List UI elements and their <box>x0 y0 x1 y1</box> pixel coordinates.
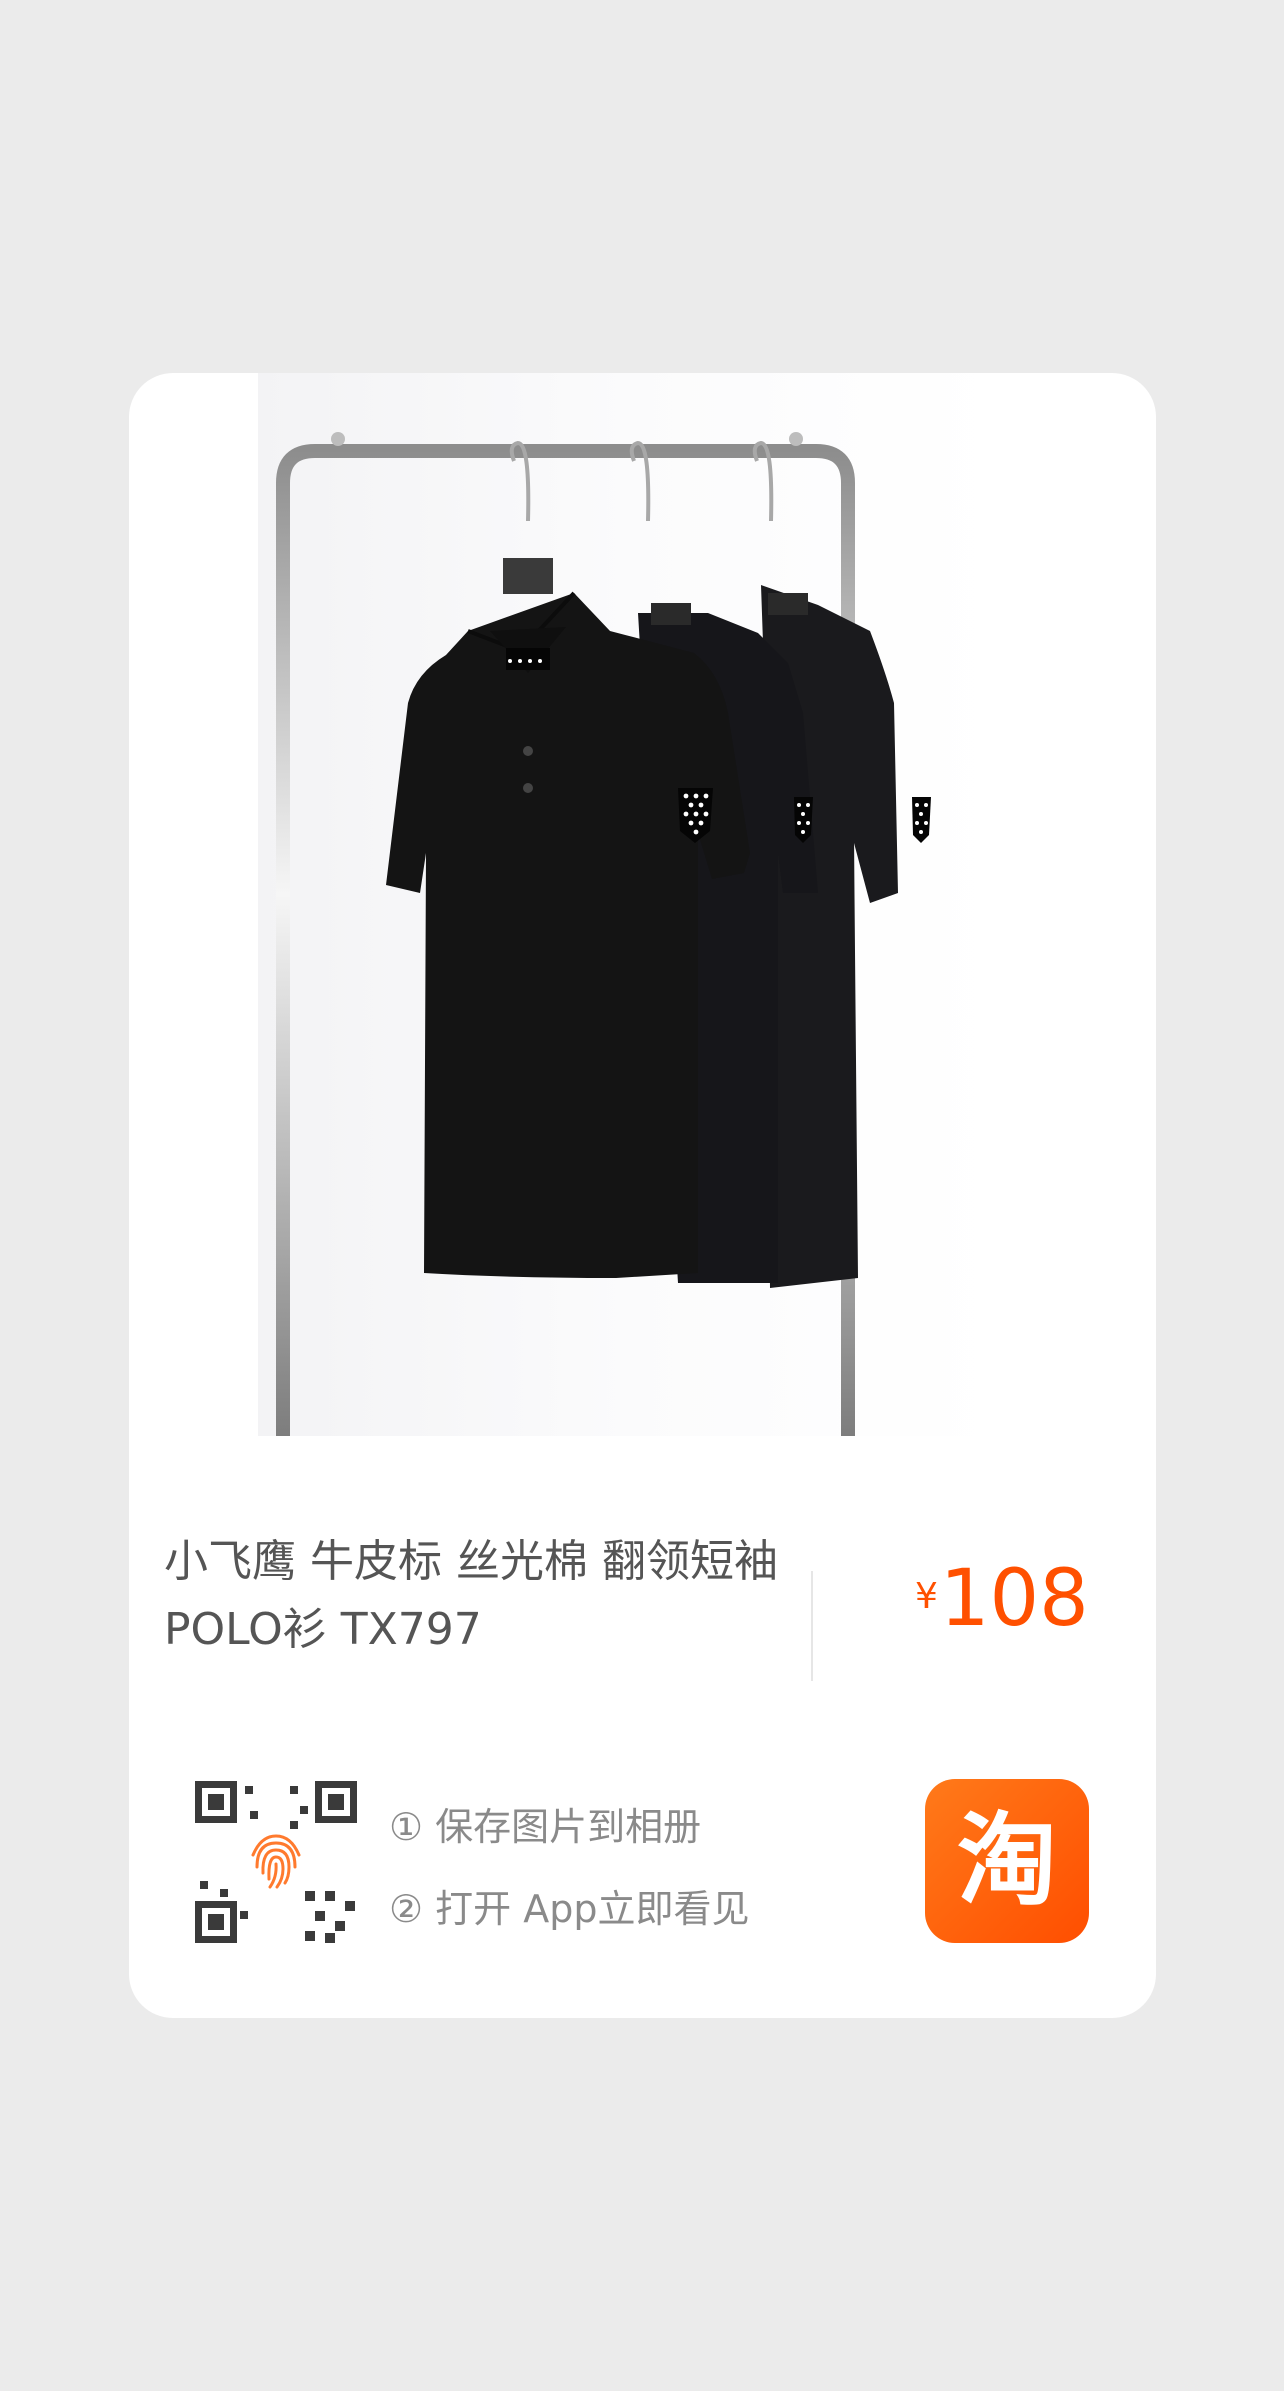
qr-code-icon[interactable] <box>195 1781 357 1943</box>
share-card: 小飞鹰 牛皮标 丝光棉 翻领短袖 POLO衫 TX797 ¥108 ① 保存图片… <box>129 373 1156 2018</box>
instruction-step-1: ① 保存图片到相册 <box>389 1805 702 1849</box>
instruction-step-2: ② 打开 App立即看见 <box>389 1887 750 1931</box>
product-title[interactable]: 小飞鹰 牛皮标 丝光棉 翻领短袖 POLO衫 TX797 <box>164 1528 784 1664</box>
fingerprint-icon <box>251 1834 301 1889</box>
currency-symbol: ¥ <box>915 1576 938 1617</box>
product-photo <box>258 373 998 1436</box>
product-info: 小飞鹰 牛皮标 丝光棉 翻领短袖 POLO衫 TX797 ¥108 ① 保存图片… <box>129 1436 1156 2018</box>
product-price: ¥108 <box>915 1554 1155 1654</box>
taobao-logo-text: 淘 <box>957 1802 1057 1919</box>
divider <box>811 1571 813 1681</box>
price-value: 108 <box>939 1554 1089 1644</box>
taobao-app-icon[interactable]: 淘 <box>925 1779 1089 1943</box>
